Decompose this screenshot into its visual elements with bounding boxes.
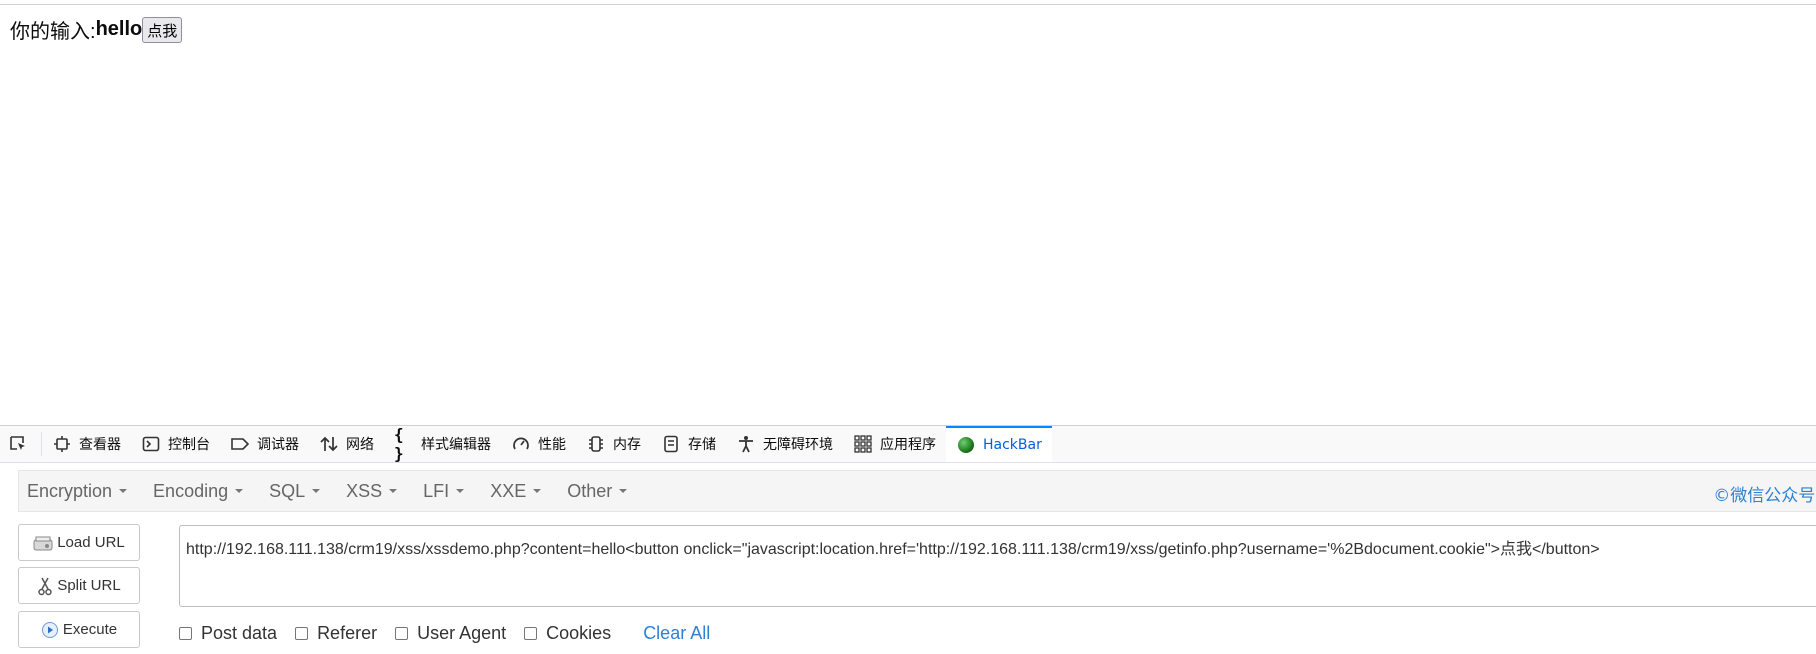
tab-label: 控制台 <box>168 437 210 453</box>
menu-label: LFI <box>423 480 450 501</box>
button-label: Execute <box>62 621 118 638</box>
wechat-watermark: ©微信公众号: <box>1713 486 1816 506</box>
url-input[interactable]: http://192.168.111.138/crm19/xss/xssdemo… <box>179 525 1816 607</box>
hackbar-menubar: Encryption Encoding SQL XSS LFI XXE Othe… <box>18 470 1816 512</box>
caret-down-icon <box>312 489 321 493</box>
request-options: Post data Referer User Agent Cookies Cle… <box>179 623 710 644</box>
option-label: Referer <box>317 623 378 643</box>
tab-label: HackBar <box>983 437 1042 453</box>
menu-xss[interactable]: XSS <box>338 481 405 502</box>
tab-label: 网络 <box>346 437 374 453</box>
tab-label: 查看器 <box>79 437 121 453</box>
option-user-agent[interactable]: User Agent <box>395 623 506 644</box>
tab-storage[interactable]: 存储 <box>651 426 726 462</box>
devtools-panel: 查看器 控制台 调试器 网络 { } 样式编辑器 性能 内存 存储 无障碍环境 … <box>0 425 1816 654</box>
option-label: User Agent <box>417 623 507 643</box>
debugger-icon <box>230 434 250 454</box>
split-url-button[interactable]: Split URL <box>18 567 140 604</box>
menu-sql[interactable]: SQL <box>261 481 328 502</box>
execute-button[interactable]: Execute <box>18 611 140 648</box>
tab-application[interactable]: 应用程序 <box>843 426 946 462</box>
caret-down-icon <box>533 489 542 493</box>
tab-label: 无障碍环境 <box>763 437 833 453</box>
tab-style-editor[interactable]: { } 样式编辑器 <box>384 425 501 463</box>
inspector-icon <box>52 434 72 454</box>
style-editor-icon: { } <box>394 425 404 463</box>
menu-label: SQL <box>269 480 306 501</box>
hackbar-icon <box>956 435 976 455</box>
menu-xxe[interactable]: XXE <box>482 481 549 502</box>
tab-console[interactable]: 控制台 <box>131 426 220 462</box>
option-referer[interactable]: Referer <box>295 623 377 644</box>
load-url-icon <box>33 535 53 551</box>
tab-label: 调试器 <box>257 437 299 453</box>
checkbox[interactable] <box>295 627 309 640</box>
tab-accessibility[interactable]: 无障碍环境 <box>726 426 843 462</box>
menu-other[interactable]: Other <box>559 481 635 502</box>
option-label: Post data <box>201 623 278 643</box>
caret-down-icon <box>619 489 628 493</box>
scissors-icon <box>37 576 53 596</box>
menu-label: Encryption <box>27 480 113 501</box>
tab-label: 性能 <box>538 437 566 453</box>
element-picker-button[interactable] <box>0 432 42 456</box>
checkbox[interactable] <box>179 627 192 640</box>
page-output: 你的输入: hello 点我 <box>10 15 183 44</box>
menu-encryption[interactable]: Encryption <box>19 481 135 502</box>
menu-label: XXE <box>490 480 527 501</box>
tab-debugger[interactable]: 调试器 <box>220 426 309 462</box>
tab-inspector[interactable]: 查看器 <box>42 426 131 462</box>
tab-label: 内存 <box>613 437 641 453</box>
caret-down-icon <box>456 489 465 493</box>
storage-icon <box>661 434 681 454</box>
button-label: Load URL <box>57 534 125 551</box>
tab-network[interactable]: 网络 <box>309 426 384 462</box>
output-label: 你的输入: <box>10 21 96 43</box>
injected-button[interactable]: 点我 <box>142 16 183 43</box>
option-cookies[interactable]: Cookies <box>524 623 611 644</box>
checkbox[interactable] <box>524 627 538 640</box>
caret-down-icon <box>389 489 398 493</box>
tab-label: 样式编辑器 <box>421 437 491 453</box>
option-label: Cookies <box>546 623 612 643</box>
network-icon <box>319 434 339 454</box>
caret-down-icon <box>235 489 244 493</box>
application-icon <box>853 434 873 454</box>
tab-memory[interactable]: 内存 <box>576 426 651 462</box>
tab-hackbar[interactable]: HackBar <box>946 426 1052 462</box>
memory-icon <box>586 434 606 454</box>
tab-label: 存储 <box>688 437 716 453</box>
button-label: Split URL <box>57 577 121 594</box>
load-url-button[interactable]: Load URL <box>18 524 140 561</box>
output-value: hello <box>95 18 143 40</box>
menu-label: Other <box>567 480 613 501</box>
tab-label: 应用程序 <box>880 437 936 453</box>
menu-label: XSS <box>346 480 383 501</box>
page-top-border <box>0 4 1816 5</box>
play-icon <box>41 621 59 639</box>
caret-down-icon <box>119 489 128 493</box>
menu-lfi[interactable]: LFI <box>415 481 472 502</box>
tab-performance[interactable]: 性能 <box>501 426 576 462</box>
clear-all-link[interactable]: Clear All <box>643 623 710 644</box>
picker-icon <box>8 434 28 454</box>
option-post-data[interactable]: Post data <box>179 623 277 644</box>
accessibility-icon <box>736 434 756 454</box>
devtools-tabbar: 查看器 控制台 调试器 网络 { } 样式编辑器 性能 内存 存储 无障碍环境 … <box>0 425 1816 463</box>
performance-icon <box>511 434 531 454</box>
menu-encoding[interactable]: Encoding <box>145 481 251 502</box>
console-icon <box>141 434 161 454</box>
checkbox[interactable] <box>395 627 409 640</box>
menu-label: Encoding <box>153 480 229 501</box>
